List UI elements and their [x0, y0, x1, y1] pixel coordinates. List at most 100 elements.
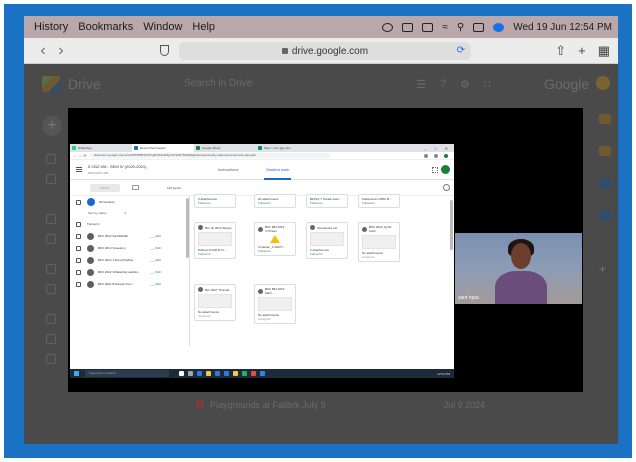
submission-card[interactable]: BZC 2020 Jyothi Latih No attachments Ass…: [358, 222, 400, 262]
menu-window[interactable]: Window: [143, 21, 182, 33]
privacy-shield-icon[interactable]: [160, 45, 169, 56]
maximize-icon[interactable]: □: [434, 146, 436, 151]
submission-card[interactable]: Bzc 2007 Thumati No attachments Assigned: [194, 284, 236, 321]
apps-grid-icon[interactable]: [432, 167, 438, 173]
card-student-name: BZC 894 2019 Marri...: [265, 287, 285, 295]
student-checkbox[interactable]: [76, 269, 81, 275]
student-row[interactable]: BZC 2014 J.Surya Prabha ___/100: [70, 254, 189, 266]
extension-icon[interactable]: [434, 153, 438, 158]
home-icon: [46, 154, 56, 164]
section-turned-in[interactable]: Turned in: [70, 218, 189, 230]
card-student-name: BZC 2020 Jyothi Latih: [369, 225, 392, 233]
wifi-icon[interactable]: ≈: [442, 22, 448, 33]
inner-tab[interactable]: Google Sheet: [194, 144, 256, 152]
taskbar-search[interactable]: Type here to search: [85, 370, 169, 377]
email-icon[interactable]: [132, 185, 139, 190]
battery-icon[interactable]: [422, 22, 434, 32]
edge-icon[interactable]: [197, 371, 202, 376]
windows-start-icon[interactable]: [74, 371, 79, 376]
student-score[interactable]: ___/100: [150, 246, 161, 250]
chevron-left-icon[interactable]: ‹: [34, 42, 52, 60]
section-checkbox[interactable]: [76, 221, 81, 227]
all-students-row[interactable]: All students: [70, 196, 189, 208]
storage-icon: [46, 354, 56, 364]
grid-scrollbar[interactable]: [450, 200, 453, 250]
search-icon[interactable]: [179, 371, 184, 376]
list-scrollbar[interactable]: [186, 198, 189, 258]
tab-instructions[interactable]: Instructions: [218, 167, 238, 172]
chevron-right-icon[interactable]: ›: [52, 42, 70, 60]
student-row[interactable]: BZC 2021 B.Naresh Kum... ___/100: [70, 278, 189, 290]
spotlight-search-icon[interactable]: ⚲: [457, 22, 464, 33]
toolbar-actions: ⇧ + ▦: [555, 43, 610, 59]
points-select[interactable]: 100 points: [167, 186, 181, 190]
reload-icon[interactable]: ⟳: [457, 45, 465, 56]
student-row[interactable]: BZC 2012 Sai Mahidhi ___/100: [70, 230, 189, 242]
submission-card[interactable]: BZC 894 2019 Marri... No attachments Ass…: [254, 284, 296, 324]
star-icon[interactable]: [424, 153, 428, 158]
inner-tab[interactable]: Meet - kcm-gpp-huv: [256, 144, 318, 152]
tab-overview-icon[interactable]: ▦: [598, 43, 610, 59]
file-explorer-icon[interactable]: [206, 371, 211, 376]
chrome-icon[interactable]: [251, 371, 256, 376]
close-icon[interactable]: ✕: [445, 146, 448, 151]
address-bar[interactable]: drive.google.com ⟳: [179, 42, 471, 60]
submission-card[interactable]: BZC12 Y Sorale work... Turned in: [306, 194, 348, 208]
select-all-checkbox[interactable]: [76, 199, 81, 205]
sort-dropdown[interactable]: Sort by status ▾: [70, 208, 189, 218]
user-avatar[interactable]: [441, 165, 450, 174]
inner-extensions: [424, 153, 454, 158]
keep-side-icon: [599, 146, 611, 156]
app-icon[interactable]: [242, 371, 247, 376]
menubar-clock[interactable]: Wed 19 Jun 12:54 PM: [513, 22, 612, 33]
folder-icon[interactable]: [233, 371, 238, 376]
tab-student-work[interactable]: Student work: [263, 167, 292, 180]
task-view-icon[interactable]: [188, 371, 193, 376]
class-title[interactable]: II CBZ KM - SEM IV (2020-2021): [88, 164, 146, 170]
menu-bookmarks[interactable]: Bookmarks: [78, 21, 133, 33]
inner-url-field[interactable]: classroom.google.com/u/1/c/MTM5MTc0OTg3N…: [90, 153, 330, 158]
store-icon[interactable]: [215, 371, 220, 376]
play-status-icon[interactable]: [382, 22, 394, 32]
student-score[interactable]: ___/100: [150, 282, 161, 286]
participant-body: [495, 271, 547, 304]
student-row[interactable]: BZC 2022 Vithala Raj Lakshm... ___/100: [70, 266, 189, 278]
settings-gear-icon[interactable]: [443, 184, 450, 191]
inner-tab[interactable]: WhatsApp: [70, 144, 132, 152]
display-icon[interactable]: [402, 22, 414, 32]
student-score[interactable]: ___/100: [150, 234, 161, 238]
student-score[interactable]: ___/100: [150, 270, 161, 274]
siri-icon[interactable]: [493, 22, 505, 32]
menu-help[interactable]: Help: [192, 21, 215, 33]
taskbar-clock[interactable]: 12:54 PM: [437, 372, 454, 376]
submission-card[interactable]: 20 attachments Turned in: [254, 194, 296, 208]
return-button[interactable]: Return: [90, 183, 120, 192]
drive-file-row: Playgrounds at Fallbrk July 9 Jul 9 2024: [196, 400, 596, 410]
submission-card[interactable]: 3 attachments Turned in: [194, 194, 236, 208]
hamburger-menu-icon[interactable]: [76, 167, 82, 172]
student-checkbox[interactable]: [76, 245, 81, 251]
student-row[interactable]: BZC 2013 Vineela Lj ___/100: [70, 242, 189, 254]
submission-card[interactable]: BZC 894 2019 V.Thisan V.Harsen_1 MHITI..…: [254, 222, 296, 256]
submission-card[interactable]: Kethamma ci BZC B... Turned in: [358, 194, 400, 208]
profile-icon[interactable]: [444, 153, 448, 158]
inner-nav-icons[interactable]: ← → ⟳: [70, 153, 90, 158]
app-icon[interactable]: [260, 371, 265, 376]
student-score[interactable]: ___/100: [150, 258, 161, 262]
share-icon[interactable]: ⇧: [555, 43, 566, 59]
participant-tile[interactable]: sant rupa: [455, 233, 582, 304]
control-center-icon[interactable]: [473, 22, 485, 32]
new-tab-icon[interactable]: +: [578, 43, 586, 59]
mail-icon[interactable]: [224, 371, 229, 376]
minimize-icon[interactable]: –: [424, 146, 426, 151]
recent-icon: [46, 284, 56, 294]
student-checkbox[interactable]: [76, 281, 81, 287]
submission-card[interactable]: Bzc 2k 2014 Shyam Pritham 8 D40 B Yo... …: [194, 222, 236, 259]
classroom-body: All students Sort by status ▾ Turned in: [70, 194, 454, 346]
drive-file-date: Jul 9 2024: [443, 400, 486, 410]
student-checkbox[interactable]: [76, 257, 81, 263]
menu-history[interactable]: History: [34, 21, 68, 33]
inner-tab-active[interactable]: Record Submission: [132, 144, 194, 152]
submission-card[interactable]: Sivaramara 1st 2 attachments Turned in: [306, 222, 348, 259]
student-checkbox[interactable]: [76, 233, 81, 239]
